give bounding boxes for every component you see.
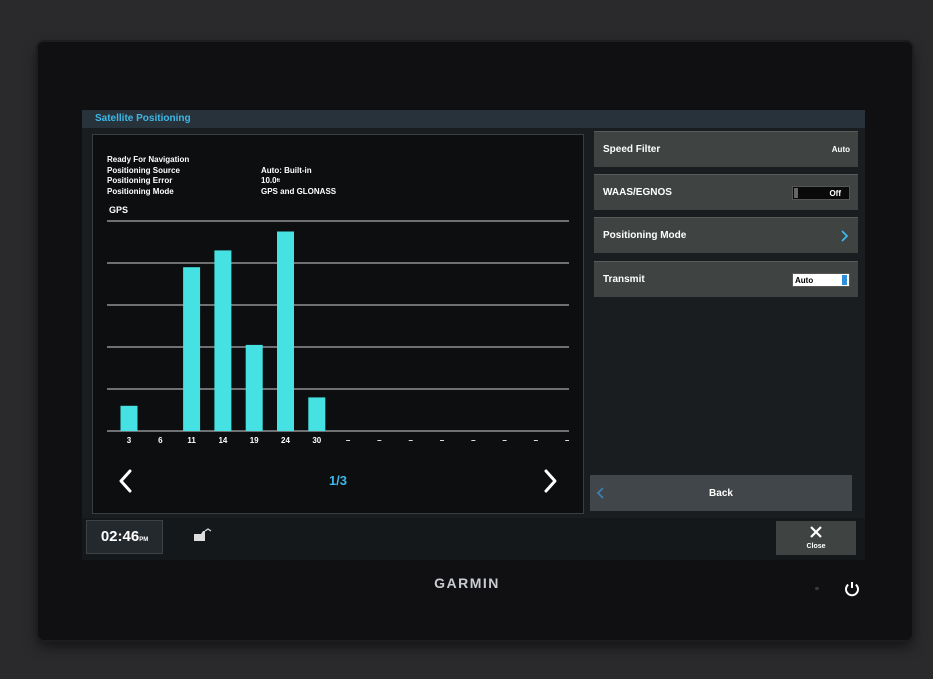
chevron-right-icon (544, 469, 557, 493)
info-value: 10.0 (261, 176, 277, 185)
positioning-mode-label: Positioning Mode (603, 230, 687, 241)
positioning-mode-item[interactable]: Positioning Mode (594, 217, 858, 253)
chevron-left-icon (119, 469, 132, 493)
speed-filter-label: Speed Filter (603, 144, 661, 155)
page-indicator: 1/3 (328, 473, 348, 488)
screen: Satellite Positioning Ready For Navigati… (82, 110, 865, 560)
satellite-id-label: – (408, 436, 413, 445)
speed-filter-item[interactable]: Speed Filter Auto (594, 131, 858, 167)
satellite-id-label: – (502, 436, 507, 445)
satellite-id-label: – (471, 436, 476, 445)
satellite-id-label: 6 (158, 436, 163, 445)
info-label: Positioning Error (107, 176, 173, 185)
info-label: Positioning Mode (107, 186, 174, 196)
speed-filter-value: Auto (831, 145, 850, 154)
clock[interactable]: 02:46PM (86, 520, 163, 554)
page-title: Satellite Positioning (82, 110, 865, 128)
transmit-item[interactable]: Transmit Auto (594, 261, 858, 297)
light-sensor (815, 587, 819, 590)
power-icon (845, 582, 859, 597)
chevron-left-icon (596, 487, 604, 499)
info-label: Ready For Navigation (107, 155, 190, 164)
power-button[interactable] (843, 580, 861, 598)
signal-bar (214, 250, 232, 431)
info-row-mode: Positioning Mode GPS and GLONASS (107, 187, 336, 198)
satellite-id-label: – (377, 436, 382, 445)
waas-egnos-toggle[interactable]: Off (792, 185, 850, 200)
info-label: Positioning Source (107, 165, 180, 175)
signal-bar (245, 344, 263, 431)
positioning-info: Ready For Navigation Positioning Source … (107, 155, 336, 197)
info-row-source: Positioning Source Auto: Built-in (107, 166, 336, 177)
satellite-id-label: 24 (281, 436, 290, 445)
signal-bar (308, 397, 326, 431)
status-bar: 02:46PM Close (82, 518, 865, 560)
network-status-icon[interactable] (192, 528, 212, 544)
back-label: Back (709, 487, 733, 499)
info-row-error: Positioning Error 10.0 ft (107, 176, 336, 187)
waas-egnos-label: WAAS/EGNOS (603, 187, 672, 198)
signal-bar (120, 405, 138, 431)
satellite-id-label: – (346, 436, 351, 445)
satellite-id-label: 19 (250, 436, 259, 445)
toggle-knob (842, 274, 847, 285)
back-button[interactable]: Back (590, 475, 852, 511)
clock-ampm: PM (139, 537, 149, 543)
transmit-toggle[interactable]: Auto (792, 272, 850, 287)
satellite-id-label: – (534, 436, 539, 445)
close-label: Close (806, 543, 826, 550)
info-value: Auto: Built-in (261, 165, 312, 175)
brand-logo: GARMIN (434, 575, 500, 591)
transmit-label: Transmit (603, 274, 645, 285)
satellite-id-label: 11 (187, 436, 196, 445)
satellite-signal-chart: 3 6 11 14 19 24 30 – – – – – – – – (107, 220, 569, 445)
previous-page-button[interactable] (113, 468, 139, 494)
signal-bar (183, 267, 201, 431)
satellite-panel: Ready For Navigation Positioning Source … (92, 134, 584, 514)
satellite-id-label: 30 (312, 436, 321, 445)
toggle-state: Off (829, 188, 841, 198)
toggle-knob (794, 187, 798, 198)
info-row-ready: Ready For Navigation (107, 155, 336, 166)
satellite-id-label: – (565, 436, 569, 445)
next-page-button[interactable] (537, 468, 563, 494)
satellite-id-label: – (440, 436, 445, 445)
close-button[interactable]: Close (776, 521, 856, 555)
info-unit: ft (276, 178, 280, 184)
chevron-right-icon (841, 229, 849, 242)
clock-time: 02:46 (100, 528, 140, 545)
close-icon (810, 526, 822, 538)
toggle-state: Auto (795, 275, 814, 285)
satellite-id-label: 14 (218, 436, 227, 445)
info-value: GPS and GLONASS (261, 186, 337, 196)
waas-egnos-item[interactable]: WAAS/EGNOS Off (594, 174, 858, 210)
gps-label: GPS (109, 205, 129, 215)
satellite-id-label: 3 (127, 436, 132, 445)
signal-bar (277, 231, 294, 431)
